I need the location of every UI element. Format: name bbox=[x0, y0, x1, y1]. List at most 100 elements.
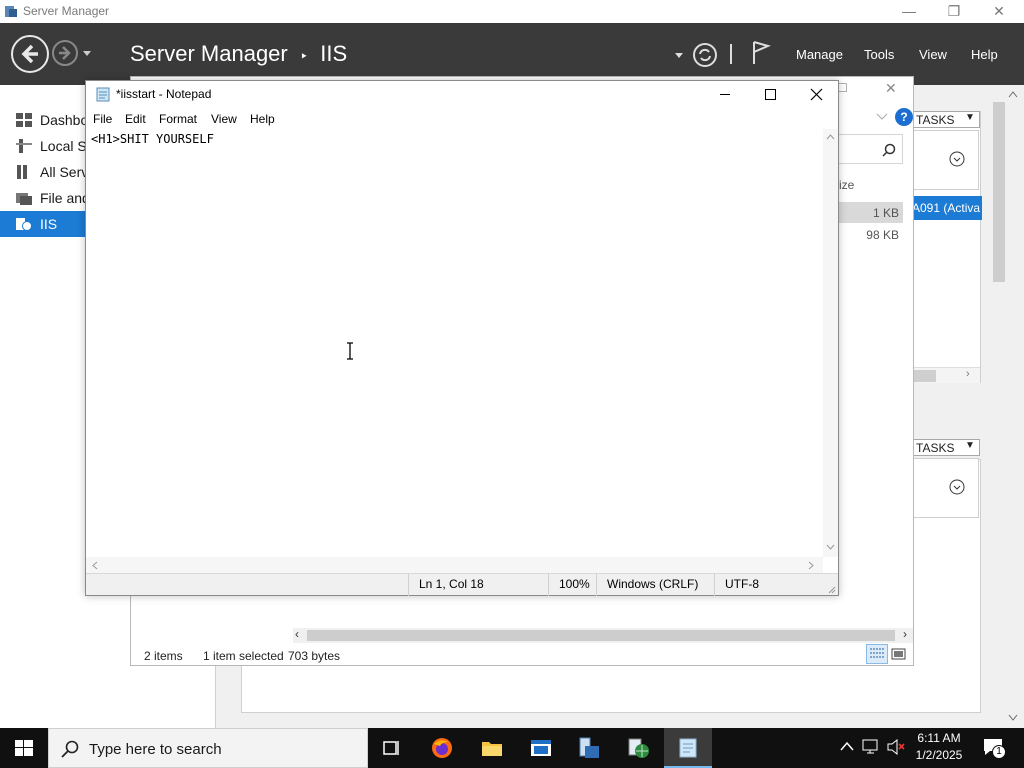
file-row[interactable]: 98 KB bbox=[837, 224, 903, 245]
forward-button[interactable] bbox=[52, 40, 78, 66]
firefox-icon[interactable] bbox=[430, 736, 454, 760]
notepad-title: *iisstart - Notepad bbox=[116, 87, 212, 101]
status-encoding: UTF-8 bbox=[714, 574, 838, 596]
menu-help[interactable]: Help bbox=[250, 112, 275, 126]
all-servers-icon bbox=[17, 165, 27, 179]
file-row-selected[interactable]: 1 KB bbox=[837, 202, 903, 223]
expand-circle-icon[interactable] bbox=[949, 151, 965, 167]
notepad-close-button[interactable] bbox=[794, 81, 838, 108]
volume-muted-icon[interactable] bbox=[886, 739, 906, 755]
taskbar-search-box[interactable]: Type here to search bbox=[48, 728, 368, 768]
servers-filter-area bbox=[913, 130, 979, 190]
breadcrumb-separator-icon: ‣ bbox=[299, 48, 309, 64]
notepad-window: *iisstart - Notepad File Edit Format Vie… bbox=[85, 80, 839, 596]
search-icon bbox=[61, 740, 79, 758]
notepad-maximize-button[interactable] bbox=[748, 81, 794, 108]
tasks-dropdown-icon: ▼ bbox=[965, 440, 975, 451]
explorer-search-box[interactable] bbox=[837, 134, 903, 164]
explorer-close-icon[interactable]: ✕ bbox=[885, 80, 897, 97]
refresh-dropdown-icon[interactable] bbox=[675, 53, 683, 59]
server-manager-app-icon bbox=[5, 6, 17, 17]
scroll-right-icon[interactable]: › bbox=[903, 627, 907, 641]
document-text: <H1>SHIT YOURSELF bbox=[91, 132, 214, 146]
network-icon[interactable] bbox=[862, 739, 882, 755]
explorer-hscroll[interactable]: ‹ › bbox=[293, 627, 913, 643]
scroll-down-icon[interactable] bbox=[826, 544, 835, 550]
explorer-hscroll-thumb[interactable] bbox=[307, 630, 895, 641]
notepad-vscroll[interactable] bbox=[823, 129, 838, 557]
scroll-left-icon[interactable]: ‹ bbox=[295, 627, 299, 641]
close-button[interactable]: ✕ bbox=[976, 0, 1022, 23]
notepad-titlebar[interactable]: *iisstart - Notepad bbox=[86, 81, 838, 108]
history-dropdown-icon[interactable] bbox=[82, 50, 92, 58]
back-button[interactable] bbox=[11, 35, 49, 73]
nav-label: All Serv bbox=[40, 164, 89, 180]
selected-server-row[interactable]: A091 (Activa bbox=[910, 196, 982, 220]
windows-start-icon[interactable] bbox=[15, 740, 33, 756]
terminal-app-icon[interactable] bbox=[529, 736, 553, 760]
server-manager-taskbar-icon[interactable] bbox=[577, 736, 601, 760]
notepad-app-icon bbox=[96, 87, 110, 102]
notepad-minimize-button[interactable] bbox=[702, 81, 748, 108]
large-icons-view-icon[interactable] bbox=[891, 647, 907, 661]
events-tasks-button[interactable]: TASKS ▼ bbox=[912, 439, 980, 456]
clock[interactable]: 6:11 AM 1/2/2025 bbox=[910, 731, 968, 762]
file-explorer-icon[interactable] bbox=[480, 736, 504, 760]
details-view-icon bbox=[870, 648, 884, 658]
restore-button[interactable]: ❐ bbox=[931, 0, 977, 23]
menu-help[interactable]: Help bbox=[971, 47, 998, 62]
task-view-icon[interactable] bbox=[380, 736, 404, 760]
text-cursor-icon bbox=[347, 342, 353, 360]
action-center-button[interactable]: 1 bbox=[982, 737, 1006, 759]
iis-icon bbox=[16, 218, 32, 231]
breadcrumb: Server Manager ‣ IIS bbox=[130, 41, 347, 67]
resize-grip-icon[interactable] bbox=[826, 584, 836, 594]
close-icon bbox=[810, 88, 823, 101]
breadcrumb-app: Server Manager bbox=[130, 41, 288, 66]
content-vscroll[interactable] bbox=[991, 85, 1007, 728]
nav-label: File and bbox=[40, 190, 90, 206]
tasks-label: TASKS bbox=[916, 441, 955, 455]
forward-arrow-icon bbox=[59, 46, 71, 60]
explorer-status-selected: 1 item selected bbox=[203, 649, 284, 663]
menu-view[interactable]: View bbox=[211, 112, 237, 126]
back-arrow-icon bbox=[21, 44, 38, 64]
expand-circle-icon[interactable] bbox=[949, 479, 965, 495]
nav-label: IIS bbox=[40, 216, 58, 232]
status-line-ending: Windows (CRLF) bbox=[596, 574, 714, 596]
menu-format[interactable]: Format bbox=[159, 112, 197, 126]
size-column-header[interactable]: ize bbox=[839, 178, 854, 192]
refresh-icon[interactable] bbox=[692, 42, 718, 68]
iis-manager-icon[interactable] bbox=[627, 736, 651, 760]
notepad-text-area[interactable]: <H1>SHIT YOURSELF bbox=[86, 129, 823, 557]
notepad-statusbar: Ln 1, Col 18 100% Windows (CRLF) UTF-8 bbox=[86, 573, 838, 596]
scroll-right-icon[interactable] bbox=[808, 561, 814, 570]
nav-label: Dashbo bbox=[40, 112, 89, 128]
menu-tools[interactable]: Tools bbox=[864, 47, 894, 62]
notepad-hscroll[interactable] bbox=[86, 557, 823, 573]
menu-manage[interactable]: Manage bbox=[796, 47, 843, 62]
ribbon-expand-icon[interactable] bbox=[876, 113, 888, 121]
menu-edit[interactable]: Edit bbox=[125, 112, 146, 126]
content-vscroll-thumb[interactable] bbox=[993, 102, 1005, 282]
servers-hscroll[interactable]: › bbox=[910, 367, 980, 383]
menu-file[interactable]: File bbox=[93, 112, 112, 126]
notepad-taskbar-button[interactable] bbox=[664, 728, 712, 768]
details-view-button[interactable] bbox=[866, 644, 888, 664]
scroll-up-icon[interactable] bbox=[1008, 90, 1018, 98]
notifications-flag-icon[interactable] bbox=[751, 40, 771, 66]
minimize-button[interactable]: — bbox=[886, 0, 932, 23]
scroll-up-icon[interactable] bbox=[826, 134, 835, 140]
scroll-left-icon[interactable] bbox=[92, 561, 98, 570]
scroll-right-icon[interactable]: › bbox=[966, 368, 970, 380]
show-hidden-icons-icon[interactable] bbox=[840, 741, 854, 751]
menu-view[interactable]: View bbox=[919, 47, 947, 62]
servers-tasks-button[interactable]: TASKS ▼ bbox=[912, 111, 980, 128]
explorer-status-size: 703 bytes bbox=[288, 649, 341, 663]
scroll-down-icon[interactable] bbox=[1008, 714, 1018, 722]
help-icon[interactable]: ? bbox=[895, 108, 913, 126]
minimize-icon bbox=[720, 94, 730, 95]
file-storage-icon bbox=[16, 193, 32, 205]
search-icon bbox=[882, 143, 896, 157]
explorer-status-items: 2 items bbox=[144, 649, 183, 663]
